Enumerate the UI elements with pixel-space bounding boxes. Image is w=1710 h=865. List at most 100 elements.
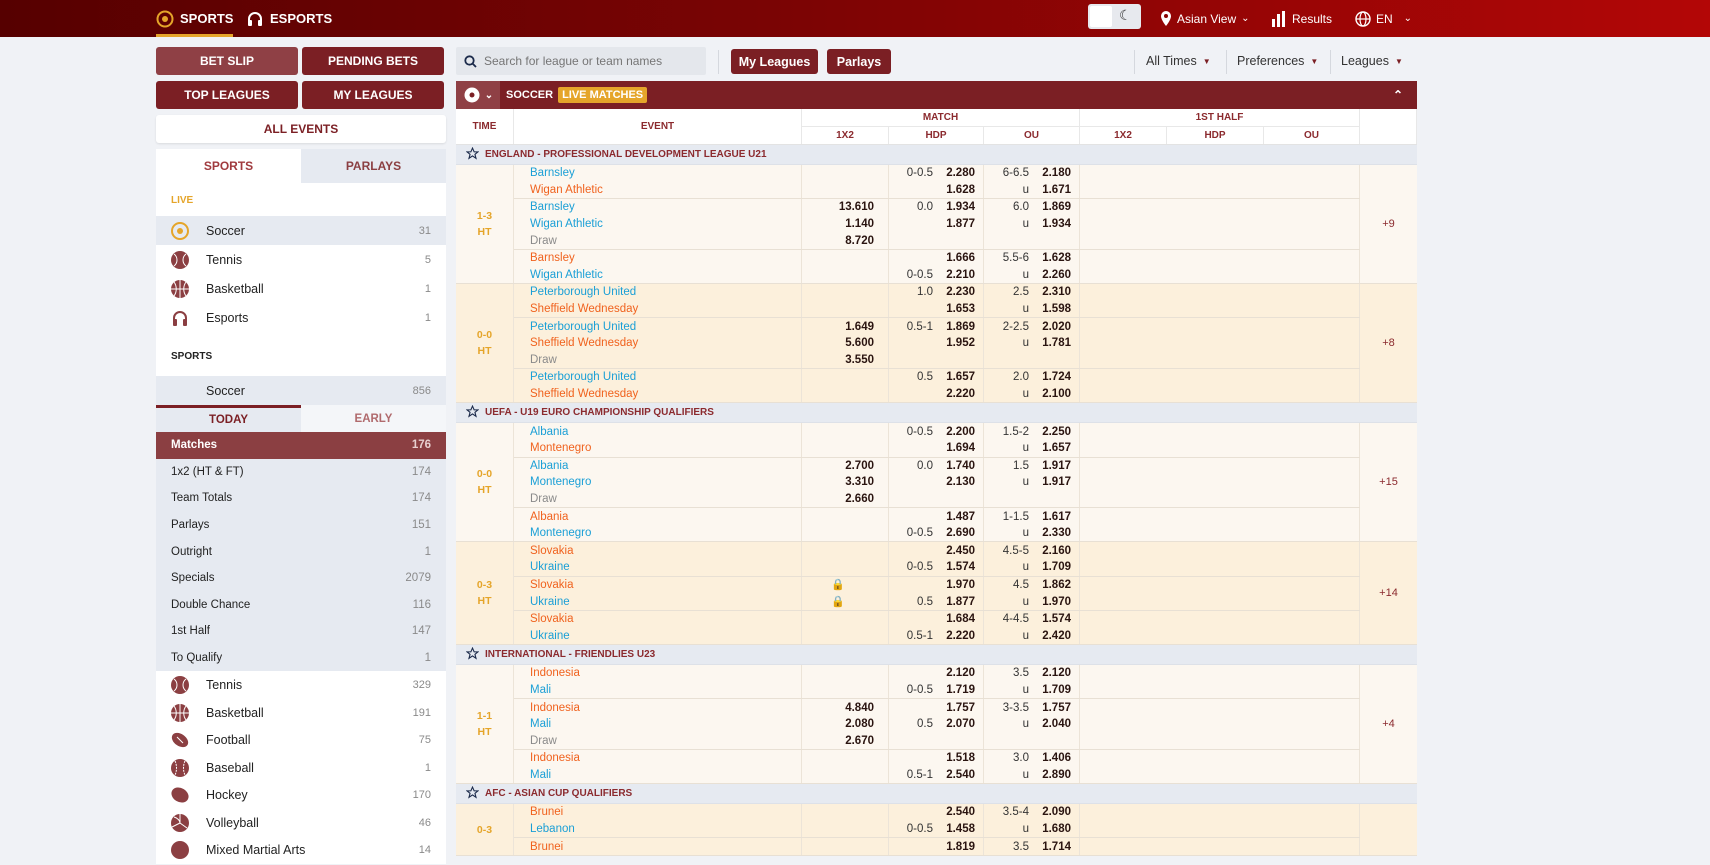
market-item[interactable]: 1st Half 147	[156, 618, 446, 645]
bet-slip-button[interactable]: BET SLIP	[156, 47, 298, 75]
ou-price[interactable]: 1.709	[1037, 561, 1071, 573]
collapse-icon[interactable]: ⌃	[1393, 88, 1403, 102]
odds-1x2-cell[interactable]: 3.310	[802, 474, 888, 491]
odds-hdp-cell[interactable]: 2.450	[889, 542, 983, 559]
market-item[interactable]: Double Chance 116	[156, 591, 446, 619]
team-name[interactable]: Draw	[514, 232, 801, 249]
odds-ou-cell[interactable]: 5.5-6 1.628	[984, 250, 1079, 267]
my-leagues-sidebar-button[interactable]: MY LEAGUES	[302, 81, 444, 109]
hdp-price[interactable]: 1.666	[941, 252, 975, 264]
sport-item-basketball[interactable]: Basketball 191	[156, 699, 446, 727]
odds-hdp-cell[interactable]: 0-0.5 2.210	[889, 267, 983, 284]
ou-price[interactable]: 2.330	[1037, 527, 1071, 539]
odds-hdp-cell[interactable]: 2.540	[889, 804, 983, 821]
team-name[interactable]: Sheffield Wednesday	[514, 386, 801, 403]
odds-hdp-cell[interactable]: 1.0 2.230	[889, 284, 983, 301]
odds-hdp-cell[interactable]: 2.220	[889, 386, 983, 403]
odds-ou-cell[interactable]: u 1.598	[984, 301, 1079, 318]
market-item[interactable]: Parlays 151	[156, 511, 446, 539]
hdp-price[interactable]: 1.757	[941, 702, 975, 714]
hdp-price[interactable]: 2.200	[941, 426, 975, 438]
leagues-dropdown[interactable]: Leagues ▼	[1341, 47, 1403, 75]
odds-value[interactable]: 4.840	[845, 702, 874, 714]
league-header[interactable]: UEFA - U19 EURO CHAMPIONSHIP QUALIFIERS	[456, 403, 1417, 424]
odds-ou-cell[interactable]: u 2.330	[984, 525, 1079, 542]
ou-price[interactable]: 1.714	[1037, 841, 1071, 853]
hdp-price[interactable]: 1.657	[941, 371, 975, 383]
odds-1x2-cell[interactable]: 1.140	[802, 216, 888, 233]
ou-price[interactable]: 1.657	[1037, 442, 1071, 454]
odds-1x2-cell[interactable]: 2.700	[802, 458, 888, 475]
hdp-price[interactable]: 2.280	[941, 167, 975, 179]
ou-price[interactable]: 1.598	[1037, 303, 1071, 315]
team-name[interactable]: Barnsley	[514, 165, 801, 182]
ou-price[interactable]: 2.250	[1037, 426, 1071, 438]
odds-hdp-cell[interactable]: 1.518	[889, 750, 983, 767]
sport-item-soccer[interactable]: Soccer 31	[156, 216, 446, 245]
odds-hdp-cell[interactable]: 0-0.5 2.690	[889, 525, 983, 542]
odds-ou-cell[interactable]: 2.5 2.310	[984, 284, 1079, 301]
more-markets-link[interactable]: +4	[1360, 665, 1417, 783]
odds-ou-cell[interactable]: u 1.671	[984, 182, 1079, 199]
odds-ou-cell[interactable]: 3-3.5 1.757	[984, 699, 1079, 716]
odds-hdp-cell[interactable]: 1.970	[889, 577, 983, 594]
ou-price[interactable]: 1.574	[1037, 613, 1071, 625]
ou-price[interactable]: 1.917	[1037, 460, 1071, 472]
odds-hdp-cell[interactable]: 0.5-1 2.540	[889, 767, 983, 784]
sport-item-esports[interactable]: Esports 1	[156, 303, 446, 332]
preferences-dropdown[interactable]: Preferences ▼	[1237, 47, 1318, 75]
team-name[interactable]: Montenegro	[514, 474, 801, 491]
odds-ou-cell[interactable]: u 1.970	[984, 593, 1079, 610]
hdp-price[interactable]: 1.869	[941, 321, 975, 333]
hdp-price[interactable]: 1.518	[941, 752, 975, 764]
hdp-price[interactable]: 1.694	[941, 442, 975, 454]
team-name[interactable]: Sheffield Wednesday	[514, 335, 801, 352]
team-name[interactable]: Wigan Athletic	[514, 267, 801, 284]
hdp-price[interactable]: 1.740	[941, 460, 975, 472]
ou-price[interactable]: 1.934	[1037, 218, 1071, 230]
odds-ou-cell[interactable]: u 1.680	[984, 821, 1079, 838]
ou-price[interactable]: 1.628	[1037, 252, 1071, 264]
dark-mode-toggle[interactable]: ☾	[1088, 4, 1141, 29]
tab-parlays[interactable]: PARLAYS	[301, 149, 446, 183]
team-name[interactable]: Lebanon	[514, 821, 801, 838]
odds-hdp-cell[interactable]: 0.5-1 1.869	[889, 318, 983, 335]
team-name[interactable]: Draw	[514, 732, 801, 749]
star-icon[interactable]	[465, 785, 480, 802]
odds-hdp-cell[interactable]: 2.130	[889, 474, 983, 491]
ou-price[interactable]: 1.917	[1037, 476, 1071, 488]
odds-value[interactable]: 1.649	[845, 321, 874, 333]
odds-hdp-cell[interactable]: 1.653	[889, 301, 983, 318]
ou-price[interactable]: 2.090	[1037, 806, 1071, 818]
hdp-price[interactable]: 2.210	[941, 269, 975, 281]
odds-ou-cell[interactable]: u 1.781	[984, 335, 1079, 352]
odds-ou-cell[interactable]: 2.0 1.724	[984, 369, 1079, 386]
market-item[interactable]: 1x2 (HT & FT) 174	[156, 458, 446, 486]
ou-price[interactable]: 1.862	[1037, 579, 1071, 591]
more-markets-link[interactable]	[1360, 804, 1417, 855]
league-header[interactable]: AFC - ASIAN CUP QUALIFIERS	[456, 784, 1417, 805]
all-times-dropdown[interactable]: All Times ▼	[1146, 47, 1211, 75]
hdp-price[interactable]: 1.819	[941, 841, 975, 853]
odds-1x2-cell[interactable]: 2.670	[802, 732, 888, 749]
odds-value[interactable]: 8.720	[845, 235, 874, 247]
odds-hdp-cell[interactable]: 0.5 2.070	[889, 716, 983, 733]
odds-hdp-cell[interactable]: 0-0.5 1.458	[889, 821, 983, 838]
odds-1x2-cell[interactable]: 5.600	[802, 335, 888, 352]
odds-value[interactable]: 3.310	[845, 476, 874, 488]
odds-ou-cell[interactable]: 4.5-5 2.160	[984, 542, 1079, 559]
odds-1x2-cell[interactable]: 4.840	[802, 699, 888, 716]
team-name[interactable]: Peterborough United	[514, 284, 801, 301]
team-name[interactable]: Mali	[514, 682, 801, 699]
team-name[interactable]: Brunei	[514, 804, 801, 821]
odds-ou-cell[interactable]: 3.0 1.406	[984, 750, 1079, 767]
sport-item-hockey[interactable]: Hockey 170	[156, 781, 446, 809]
hdp-price[interactable]: 2.450	[941, 545, 975, 557]
team-name[interactable]: Albania	[514, 458, 801, 475]
hdp-price[interactable]: 2.220	[941, 630, 975, 642]
sport-item-basketball[interactable]: Basketball 1	[156, 274, 446, 303]
odds-ou-cell[interactable]: u 1.917	[984, 474, 1079, 491]
odds-hdp-cell[interactable]: 0-0.5 1.719	[889, 682, 983, 699]
odds-hdp-cell[interactable]: 0-0.5 2.200	[889, 423, 983, 440]
hdp-price[interactable]: 2.130	[941, 476, 975, 488]
